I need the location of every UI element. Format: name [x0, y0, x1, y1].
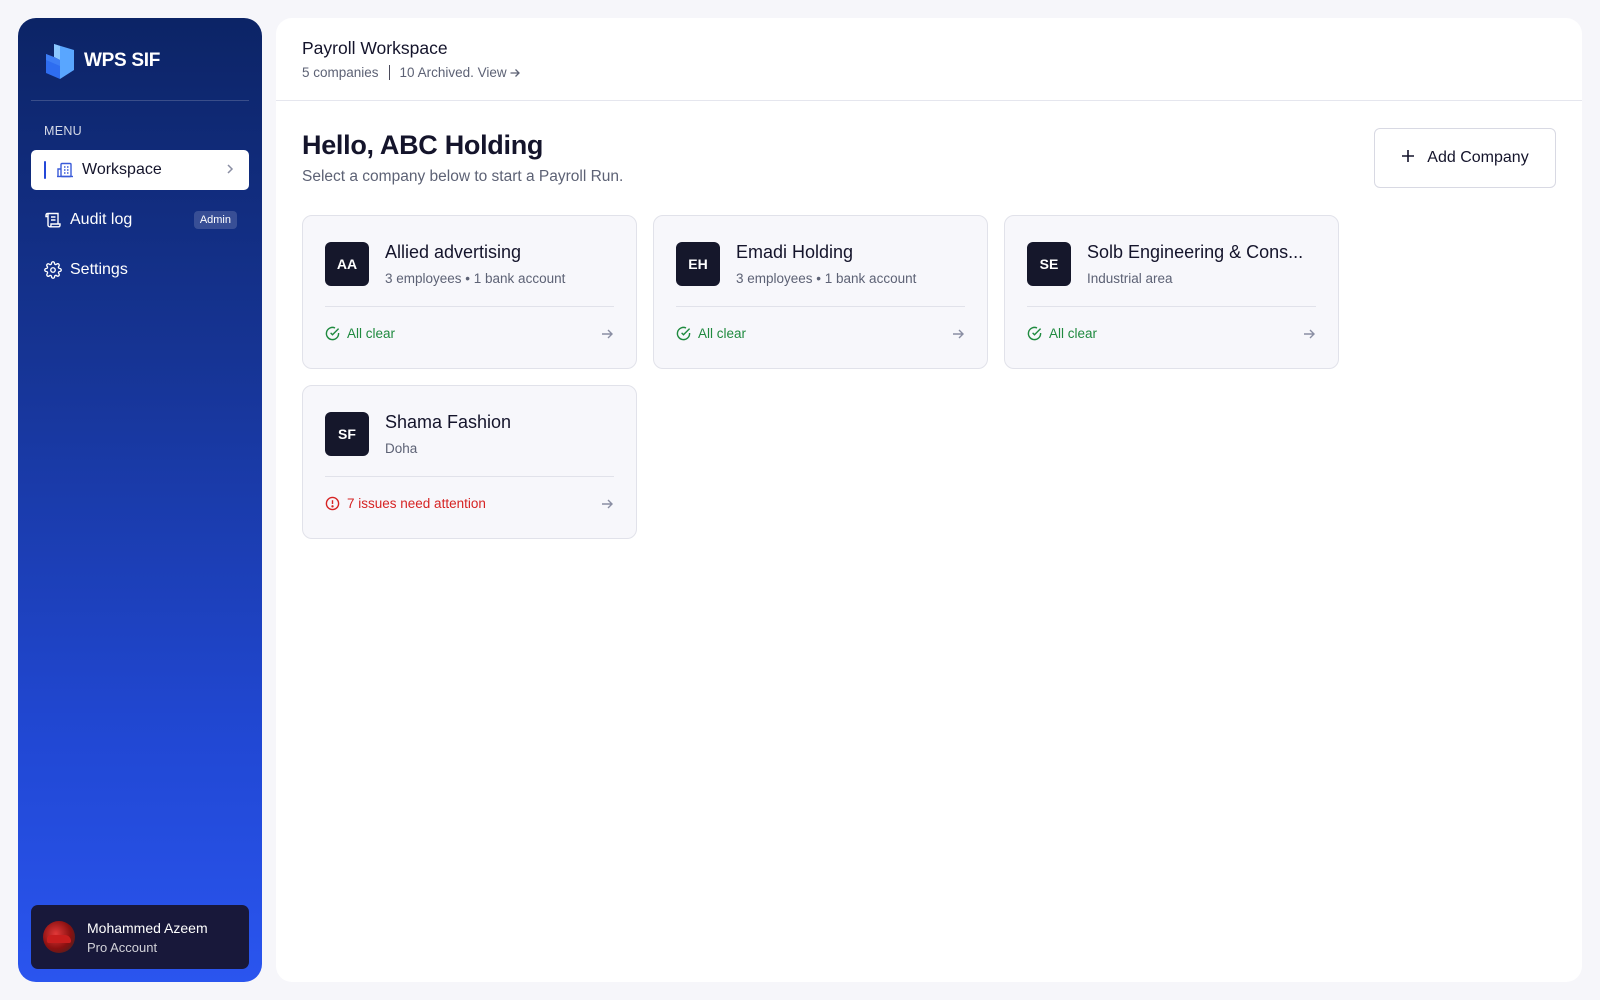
- scroll-icon: [44, 211, 62, 229]
- building-icon: [56, 161, 74, 179]
- app-name: WPS SIF: [84, 50, 161, 71]
- check-circle-icon: [676, 326, 691, 341]
- greeting-heading: Hello, ABC Holding: [302, 130, 544, 160]
- company-name: Solb Engineering & Cons...: [1087, 242, 1304, 262]
- workspace-summary: 5 companies 10 Archived. View: [302, 65, 521, 80]
- card-divider: [676, 306, 965, 307]
- sidebar-item-workspace[interactable]: Workspace: [31, 150, 249, 190]
- check-circle-icon: [325, 326, 340, 341]
- company-name: Emadi Holding: [736, 242, 854, 262]
- avatar: [43, 921, 75, 953]
- company-initials: AA: [325, 242, 369, 286]
- app-logo[interactable]: WPS SIF: [44, 42, 160, 80]
- company-initials: EH: [676, 242, 720, 286]
- archived-link[interactable]: 10 Archived. View: [400, 65, 521, 80]
- company-status: All clear: [325, 326, 395, 341]
- company-card[interactable]: EH Emadi Holding 3 employees • 1 bank ac…: [653, 215, 988, 369]
- greeting-subtitle: Select a company below to start a Payrol…: [302, 168, 624, 185]
- page-title: Payroll Workspace: [302, 38, 448, 58]
- add-company-button[interactable]: Add Company: [1374, 128, 1556, 188]
- admin-badge: Admin: [193, 211, 237, 229]
- company-card[interactable]: AA Allied advertising 3 employees • 1 ba…: [302, 215, 637, 369]
- company-card[interactable]: SF Shama Fashion Doha 7 issues need atte…: [302, 385, 637, 539]
- add-company-label: Add Company: [1427, 149, 1529, 166]
- card-divider: [325, 306, 614, 307]
- arrow-right-icon: [510, 68, 520, 77]
- top-bar: Payroll Workspace 5 companies 10 Archive…: [276, 18, 1582, 101]
- separator: [388, 65, 390, 80]
- card-divider: [1027, 306, 1316, 307]
- arrow-right-icon: [951, 327, 965, 346]
- main-panel: Payroll Workspace 5 companies 10 Archive…: [276, 18, 1582, 982]
- company-card[interactable]: SE Solb Engineering & Cons... Industrial…: [1004, 215, 1339, 369]
- company-name: Shama Fashion: [385, 412, 512, 432]
- check-circle-icon: [1027, 326, 1042, 341]
- company-meta: Doha: [385, 441, 418, 456]
- arrow-right-icon: [600, 497, 614, 516]
- company-status: 7 issues need attention: [325, 496, 486, 511]
- sidebar-divider: [31, 100, 249, 101]
- user-plan: Pro Account: [87, 939, 158, 955]
- companies-count: 5 companies: [302, 65, 379, 80]
- company-meta: 3 employees • 1 bank account: [385, 271, 566, 286]
- sidebar-item-audit-log[interactable]: Audit log Admin: [31, 200, 249, 240]
- company-meta: 3 employees • 1 bank account: [736, 271, 917, 286]
- active-indicator: [44, 161, 46, 179]
- sidebar-item-settings[interactable]: Settings: [31, 250, 249, 290]
- sidebar-item-label: Workspace: [82, 161, 162, 178]
- company-status: All clear: [1027, 326, 1097, 341]
- logo-icon: [44, 42, 76, 80]
- sidebar-item-label: Audit log: [70, 211, 133, 228]
- plus-icon: [1401, 149, 1415, 168]
- chevron-right-icon: [223, 162, 237, 181]
- arrow-right-icon: [1302, 327, 1316, 346]
- company-initials: SE: [1027, 242, 1071, 286]
- sidebar: WPS SIF MENU Workspace Audit log Admin S…: [18, 18, 262, 982]
- user-profile-card[interactable]: Mohammed Azeem Pro Account: [31, 905, 249, 969]
- user-name: Mohammed Azeem: [87, 919, 208, 936]
- company-name: Allied advertising: [385, 242, 522, 262]
- sidebar-item-label: Settings: [70, 261, 128, 278]
- gear-icon: [44, 261, 62, 279]
- company-meta: Industrial area: [1087, 271, 1173, 286]
- arrow-right-icon: [600, 327, 614, 346]
- company-initials: SF: [325, 412, 369, 456]
- menu-label: MENU: [44, 124, 83, 138]
- company-status: All clear: [676, 326, 746, 341]
- card-divider: [325, 476, 614, 477]
- alert-circle-icon: [325, 496, 340, 511]
